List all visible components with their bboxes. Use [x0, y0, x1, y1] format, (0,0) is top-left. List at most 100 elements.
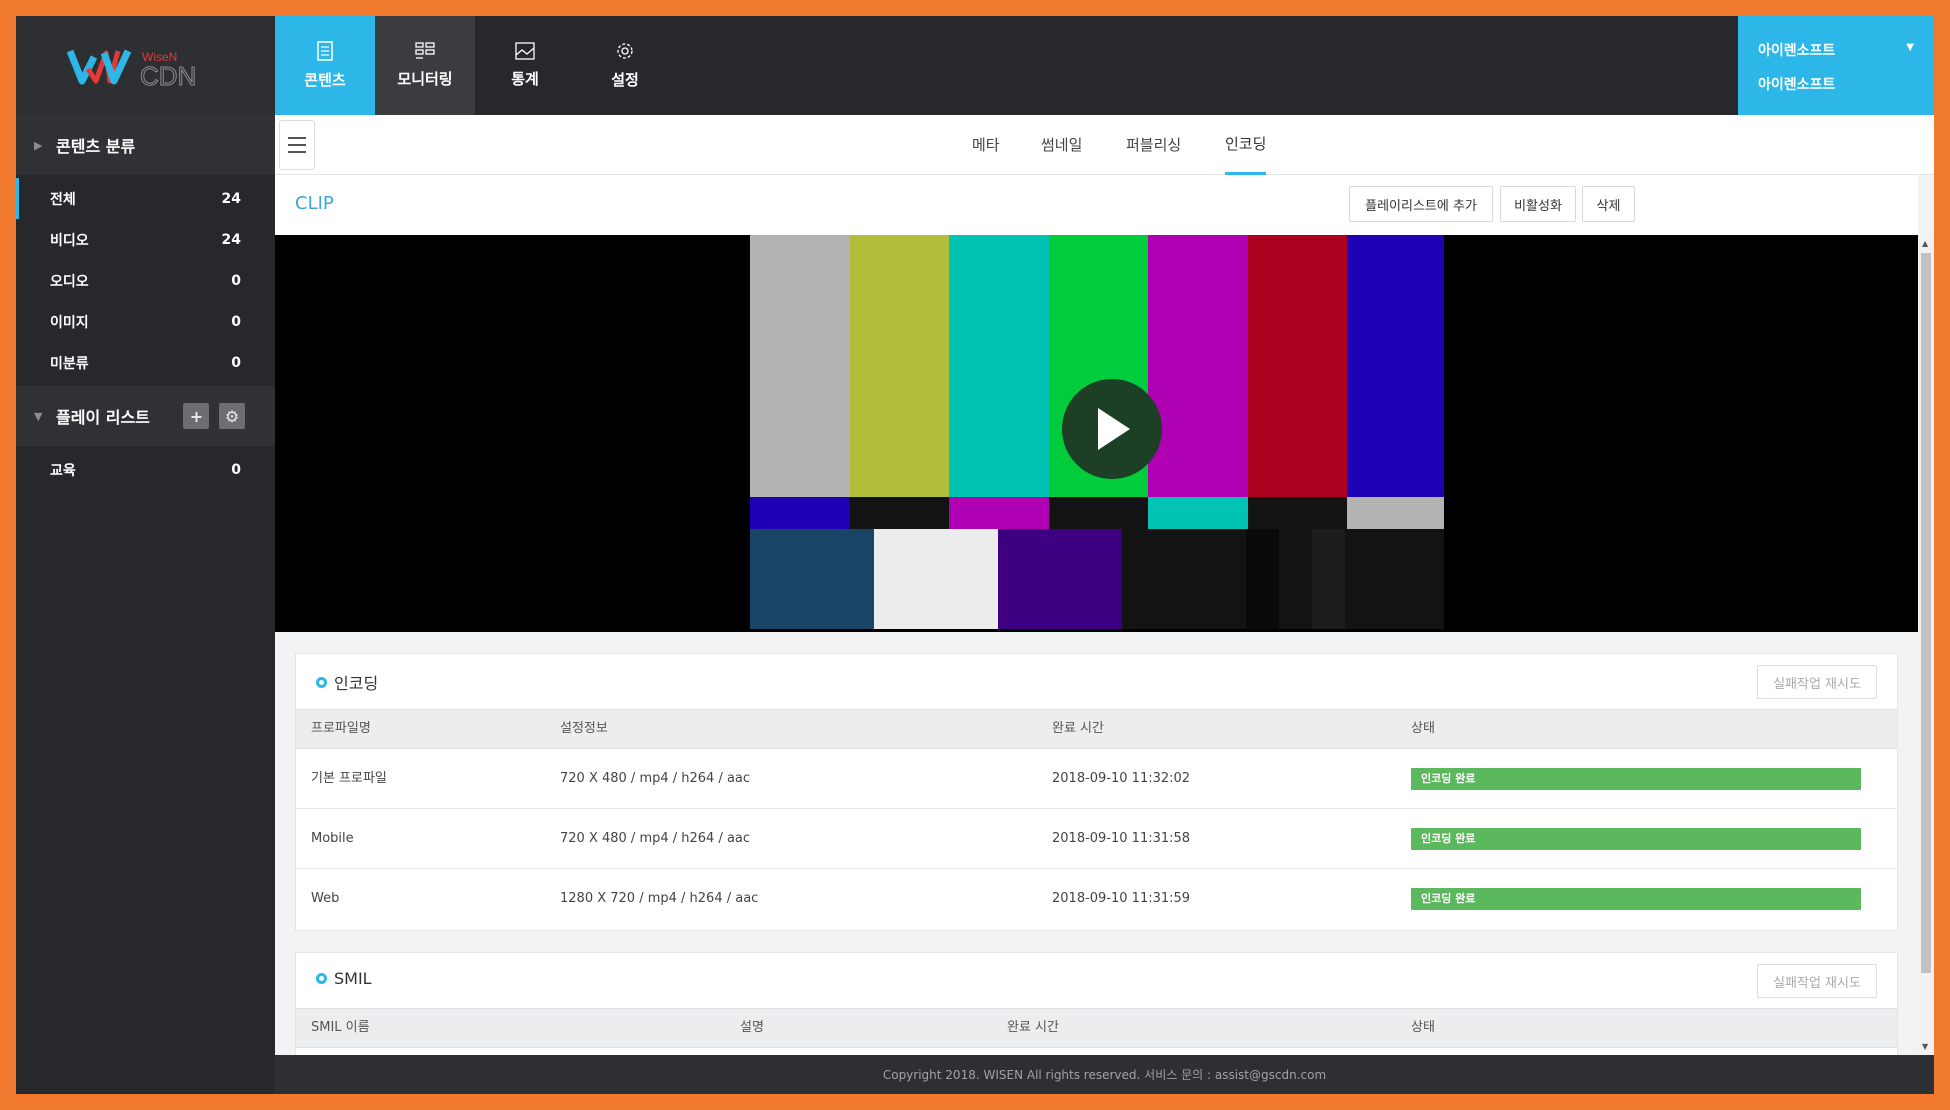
footer: Copyright 2018. WISEN All rights reserve… [275, 1055, 1934, 1094]
sidebar-item-count: 0 [231, 354, 241, 371]
completion-time: 2018-09-10 11:32:02 [1052, 771, 1191, 786]
profile-name: 기본 프로파일 [311, 771, 387, 786]
wisen-logo-icon: WiseN CDN [66, 49, 196, 91]
tab-settings[interactable]: 설정 [575, 16, 675, 115]
playlist-actions: + ⚙ [179, 403, 245, 429]
caret-down-icon: ▼ [1906, 42, 1914, 53]
status-badge: 인코딩 완료 [1411, 888, 1861, 910]
gear-icon[interactable]: ⚙ [219, 403, 245, 429]
play-icon [1098, 408, 1130, 450]
image-icon [515, 42, 535, 60]
profile-settings: 1280 X 720 / mp4 / h264 / aac [560, 891, 759, 906]
gear-icon [617, 43, 633, 59]
bullet-dot-icon [316, 973, 327, 984]
content-category-title: 콘텐츠 분류 [56, 137, 136, 156]
playlist-header[interactable]: ▼ 플레이 리스트 + ⚙ [16, 386, 275, 446]
user-name: 아이렌소프트 [1758, 77, 1836, 93]
bullet-dot-icon [316, 676, 327, 688]
tab-label: 설정 [611, 71, 639, 89]
table-row: Mobile 720 X 480 / mp4 / h264 / aac 2018… [296, 809, 1897, 869]
user-menu[interactable]: 아이렌소프트 아이렌소프트 ▼ [1738, 16, 1934, 115]
column-header: SMIL 이름 [311, 1020, 370, 1035]
sidebar-item-label: 전체 [50, 191, 76, 208]
table-row: Web 1280 X 720 / mp4 / h264 / aac 2018-0… [296, 869, 1897, 929]
logo-brand-large: CDN [140, 61, 196, 91]
add-playlist-icon[interactable]: + [183, 403, 210, 429]
tab-thumbnail[interactable]: 썸네일 [1041, 115, 1082, 175]
completion-time: 2018-09-10 11:31:58 [1052, 831, 1191, 846]
panel-title: 인코딩 [316, 670, 378, 694]
content-category-header[interactable]: ▶ 콘텐츠 분류 [16, 115, 275, 175]
tab-statistics[interactable]: 통계 [475, 16, 575, 115]
sidebar-item-audio[interactable]: 오디오 0 [16, 260, 275, 301]
smil-title: SMIL [334, 969, 372, 988]
scroll-up-icon[interactable]: ▲ [1922, 239, 1928, 248]
deactivate-button[interactable]: 비활성화 [1500, 186, 1576, 222]
column-header: 상태 [1411, 721, 1435, 736]
retry-failed-button[interactable]: 실패작업 재시도 [1757, 964, 1877, 998]
clip-title: CLIP [295, 193, 334, 214]
sidebar: WiseN CDN ▶ 콘텐츠 분류 전체 24 비디오 24 오디오 0 이미… [16, 16, 275, 1094]
sidebar-item-label: 미분류 [50, 355, 89, 372]
sidebar-item-image[interactable]: 이미지 0 [16, 301, 275, 342]
sidebar-item-video[interactable]: 비디오 24 [16, 219, 275, 260]
tab-meta[interactable]: 메타 [972, 115, 1000, 175]
content-category-list: 전체 24 비디오 24 오디오 0 이미지 0 미분류 0 [16, 175, 275, 386]
dashboard-icon [415, 42, 435, 59]
sidebar-item-label: 오디오 [50, 273, 89, 290]
sidebar-item-label: 비디오 [50, 232, 89, 249]
app-window: WiseN CDN ▶ 콘텐츠 분류 전체 24 비디오 24 오디오 0 이미… [16, 16, 1934, 1094]
column-header: 프로파일명 [311, 721, 371, 736]
scroll-thumb[interactable] [1921, 253, 1931, 973]
retry-failed-button[interactable]: 실패작업 재시도 [1757, 665, 1877, 699]
sidebar-item-count: 24 [221, 190, 241, 207]
tab-publishing[interactable]: 퍼블리싱 [1126, 115, 1181, 175]
sidebar-item-all[interactable]: 전체 24 [16, 178, 275, 219]
sidebar-item-count: 24 [221, 231, 241, 248]
status-badge: 인코딩 완료 [1411, 768, 1861, 790]
encoding-title: 인코딩 [334, 674, 379, 693]
document-icon [317, 41, 333, 61]
table-header: SMIL 이름 설명 완료 시간 상태 [296, 1008, 1897, 1048]
playlist-title-group: ▼ 플레이 리스트 [34, 404, 150, 428]
scrollbar[interactable]: ▲ ▼ [1918, 235, 1934, 1055]
caret-right-icon: ▶ [34, 138, 43, 152]
completion-time: 2018-09-10 11:31:59 [1052, 891, 1191, 906]
logo[interactable]: WiseN CDN [16, 16, 275, 115]
delete-button[interactable]: 삭제 [1582, 186, 1635, 222]
smil-panel: SMIL 실패작업 재시도 SMIL 이름 설명 완료 시간 상태 [295, 952, 1898, 1062]
column-header: 상태 [1411, 1020, 1435, 1035]
tab-contents[interactable]: 콘텐츠 [275, 16, 375, 115]
playlist-list: 교육 0 [16, 446, 275, 493]
play-button[interactable] [1062, 379, 1162, 479]
top-navigation: 콘텐츠 모니터링 통계 설정 아이렌소프트 아이렌소프트 ▼ [275, 16, 1934, 115]
tab-label: 모니터링 [397, 70, 453, 88]
encoding-panel: 인코딩 실패작업 재시도 프로파일명 설정정보 완료 시간 상태 기본 프로파일… [295, 653, 1898, 931]
sidebar-item-playlist[interactable]: 교육 0 [16, 449, 275, 490]
clip-header: CLIP 플레이리스트에 추가 비활성화 삭제 [275, 175, 1918, 235]
detail-tabs: 메타 썸네일 퍼블리싱 인코딩 [275, 115, 1934, 175]
hamburger-menu-icon[interactable] [279, 120, 315, 170]
status-badge: 인코딩 완료 [1411, 828, 1861, 850]
add-to-playlist-button[interactable]: 플레이리스트에 추가 [1349, 186, 1493, 222]
playlist-title: 플레이 리스트 [56, 408, 150, 427]
sidebar-item-label: 교육 [50, 462, 76, 479]
column-header: 설명 [740, 1020, 764, 1035]
sidebar-item-count: 0 [231, 461, 241, 478]
video-player[interactable] [275, 235, 1918, 632]
caret-down-icon: ▼ [34, 409, 43, 423]
tab-monitoring[interactable]: 모니터링 [375, 16, 475, 115]
profile-name: Mobile [311, 831, 354, 846]
profile-settings: 720 X 480 / mp4 / h264 / aac [560, 771, 751, 786]
sidebar-item-count: 0 [231, 272, 241, 289]
profile-name: Web [311, 891, 340, 906]
sidebar-item-label: 이미지 [50, 314, 89, 331]
sidebar-item-uncategorized[interactable]: 미분류 0 [16, 342, 275, 383]
scroll-down-icon[interactable]: ▼ [1922, 1042, 1928, 1051]
user-company: 아이렌소프트 [1758, 43, 1836, 59]
column-header: 완료 시간 [1007, 1020, 1059, 1035]
tab-encoding[interactable]: 인코딩 [1225, 115, 1267, 175]
table-header: 프로파일명 설정정보 완료 시간 상태 [296, 709, 1897, 749]
tab-label: 통계 [511, 70, 539, 88]
table-row: 기본 프로파일 720 X 480 / mp4 / h264 / aac 201… [296, 749, 1897, 809]
